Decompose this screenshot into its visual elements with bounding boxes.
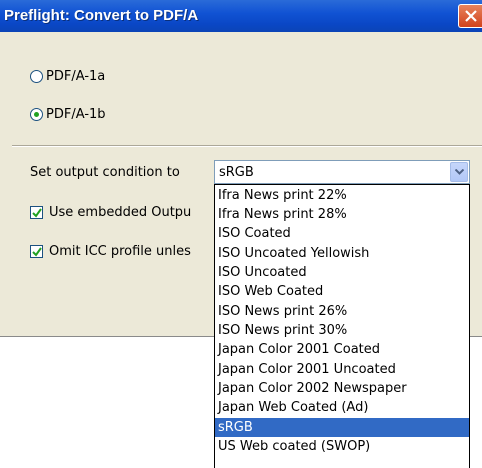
close-button[interactable] bbox=[458, 4, 482, 28]
output-condition-select[interactable]: sRGB bbox=[214, 160, 470, 184]
list-item[interactable]: Japan Web Coated (Ad) bbox=[215, 398, 469, 417]
chevron-down-icon bbox=[455, 169, 464, 175]
list-item[interactable]: Japan Color 2001 Coated bbox=[215, 340, 469, 359]
close-icon bbox=[465, 10, 477, 22]
list-item[interactable]: ISO Coated bbox=[215, 224, 469, 243]
list-item[interactable]: ISO Uncoated Yellowish bbox=[215, 244, 469, 263]
dropdown-button[interactable] bbox=[450, 162, 468, 182]
title-bar[interactable]: Preflight: Convert to PDF/A bbox=[0, 0, 482, 32]
radio-pdfa-1a[interactable]: PDF/A-1a bbox=[30, 66, 105, 86]
separator bbox=[12, 145, 482, 147]
radio-pdfa-1a-button[interactable] bbox=[30, 69, 43, 83]
list-item[interactable]: Ifra News print 22% bbox=[215, 186, 469, 205]
list-item[interactable]: ISO Web Coated bbox=[215, 282, 469, 301]
output-condition-dropdown-list[interactable]: Ifra News print 22% Ifra News print 28% … bbox=[214, 184, 470, 468]
omit-icc-profile-label: Omit ICC profile unles bbox=[49, 244, 191, 259]
use-embedded-output-checkbox[interactable] bbox=[30, 206, 43, 219]
list-item[interactable]: Ifra News print 28% bbox=[215, 205, 469, 224]
list-item[interactable]: US Web coated (SWOP) bbox=[215, 437, 469, 456]
list-item-selected[interactable]: sRGB bbox=[215, 418, 469, 437]
radio-pdfa-1a-label: PDF/A-1a bbox=[46, 68, 106, 84]
omit-icc-profile-checkbox[interactable] bbox=[30, 245, 43, 258]
use-embedded-output-label: Use embedded Outpu bbox=[49, 205, 192, 220]
output-condition-label: Set output condition to bbox=[30, 165, 180, 180]
radio-pdfa-1b-label: PDF/A-1b bbox=[46, 106, 106, 122]
list-item[interactable]: Japan Color 2002 Newspaper bbox=[215, 379, 469, 398]
list-item[interactable]: Japan Color 2001 Uncoated bbox=[215, 360, 469, 379]
radio-pdfa-1b-button[interactable] bbox=[30, 107, 43, 121]
output-condition-value: sRGB bbox=[219, 165, 254, 180]
checkmark-icon bbox=[32, 247, 42, 257]
list-item[interactable]: ISO News print 30% bbox=[215, 321, 469, 340]
list-item[interactable]: ISO Uncoated bbox=[215, 263, 469, 282]
radio-pdfa-1b[interactable]: PDF/A-1b bbox=[30, 104, 106, 124]
list-item[interactable]: ISO News print 26% bbox=[215, 302, 469, 321]
window-title: Preflight: Convert to PDF/A bbox=[4, 7, 199, 24]
checkmark-icon bbox=[32, 208, 42, 218]
